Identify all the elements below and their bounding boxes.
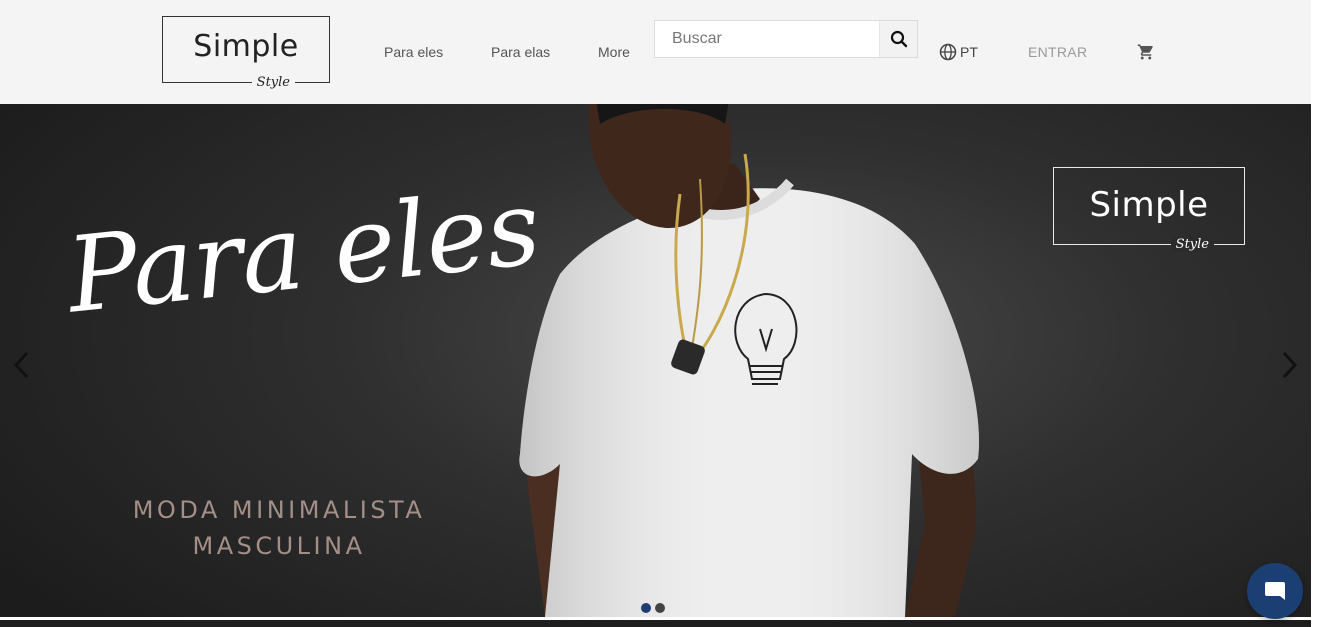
hero-banner[interactable]: Para eles MODA MINIMALISTA MASCULINA Sim…: [0, 104, 1311, 617]
language-selector[interactable]: PT: [939, 43, 978, 61]
globe-icon: [939, 43, 957, 61]
brand-name: Simple: [193, 29, 299, 64]
language-code: PT: [960, 44, 978, 60]
next-section-edge: [0, 620, 1311, 627]
site-header: Simple Style Para eles Para elas More PT…: [0, 0, 1311, 104]
carousel-dots: [641, 603, 665, 613]
brand-logo[interactable]: Simple Style: [162, 16, 330, 90]
carousel-dot-2[interactable]: [655, 603, 665, 613]
chat-button[interactable]: [1247, 563, 1303, 619]
search-icon: [890, 30, 907, 48]
nav-item-para-eles[interactable]: Para eles: [384, 44, 443, 60]
nav-item-para-elas[interactable]: Para elas: [491, 44, 550, 60]
hero-subtitle: MODA MINIMALISTA MASCULINA: [100, 492, 458, 564]
login-link[interactable]: ENTRAR: [1028, 44, 1087, 60]
nav-item-more[interactable]: More: [598, 44, 630, 60]
chevron-right-icon: [1282, 351, 1298, 379]
hero-brand-tagline: Style: [1170, 237, 1214, 252]
carousel-prev-button[interactable]: [12, 350, 32, 385]
search-input[interactable]: [655, 21, 879, 57]
hero-brand-name: Simple: [1089, 185, 1209, 225]
hero-subtitle-line-1: MODA MINIMALISTA: [132, 496, 426, 524]
search-button[interactable]: [879, 21, 917, 57]
hero-brand-logo: Simple Style: [1053, 167, 1245, 252]
cart-button[interactable]: [1137, 43, 1155, 66]
chevron-left-icon: [13, 351, 29, 379]
search-bar: [654, 20, 918, 58]
brand-tagline: Style: [251, 75, 295, 90]
chat-bubble-icon: [1265, 582, 1285, 600]
carousel-dot-1[interactable]: [641, 603, 651, 613]
cart-icon: [1137, 44, 1153, 60]
carousel-next-button[interactable]: [1279, 350, 1299, 385]
hero-subtitle-line-2: MASCULINA: [192, 532, 366, 560]
